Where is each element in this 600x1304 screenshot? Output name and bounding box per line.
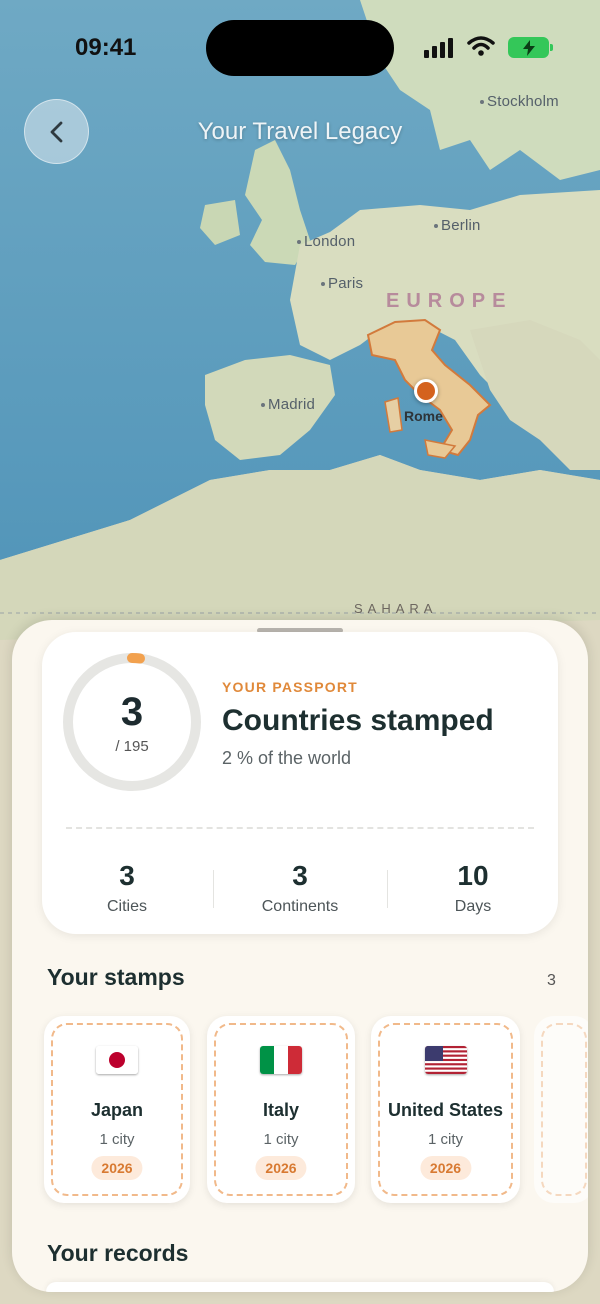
stamp-card-united-states[interactable]: United States 1 city 2026 bbox=[371, 1016, 520, 1203]
passport-card: 3 / 195 YOUR PASSPORT Countries stamped … bbox=[42, 632, 558, 934]
stamp-country: Japan bbox=[90, 1100, 144, 1120]
map-region-europe: EUROPE bbox=[386, 290, 513, 312]
stat-value: 10 bbox=[457, 860, 489, 891]
map-label-london: London bbox=[297, 233, 355, 250]
stat-value: 3 bbox=[292, 860, 308, 891]
cellular-signal-icon bbox=[424, 38, 453, 58]
stamp-country: Italy bbox=[262, 1100, 300, 1120]
status-time: 09:41 bbox=[75, 34, 137, 61]
map-region-sahara: SAHARA bbox=[354, 601, 438, 616]
stamp-year-badge: 2026 bbox=[255, 1156, 307, 1180]
countries-count: 3 bbox=[120, 690, 144, 734]
battery-icon bbox=[508, 37, 553, 58]
map-label-paris: Paris bbox=[321, 275, 363, 292]
records-section-title: Your records bbox=[47, 1240, 189, 1266]
map-label-madrid: Madrid bbox=[261, 396, 315, 413]
stat-label: Continents bbox=[261, 898, 339, 915]
stamp-border bbox=[541, 1023, 587, 1196]
stat-days: 10 Days bbox=[388, 860, 558, 916]
stat-cities: 3 Cities bbox=[42, 860, 212, 916]
stamps-count: 3 bbox=[547, 972, 556, 989]
italy-flag-icon bbox=[260, 1046, 302, 1074]
passport-divider bbox=[66, 827, 534, 829]
stamp-country: United States bbox=[387, 1100, 504, 1120]
japan-flag-icon bbox=[96, 1046, 138, 1074]
passport-kicker: YOUR PASSPORT bbox=[222, 679, 358, 695]
stat-continents: 3 Continents bbox=[215, 860, 385, 916]
stamp-card-next[interactable] bbox=[534, 1016, 588, 1203]
passport-title: Countries stamped bbox=[222, 704, 494, 737]
bottom-sheet[interactable]: 3 / 195 YOUR PASSPORT Countries stamped … bbox=[12, 620, 588, 1292]
dynamic-island bbox=[206, 20, 394, 76]
map-label-berlin: Berlin bbox=[434, 217, 481, 234]
stamp-cities: 1 city bbox=[427, 1131, 463, 1148]
stat-divider bbox=[213, 870, 214, 908]
stamp-cities: 1 city bbox=[99, 1131, 135, 1148]
records-card[interactable] bbox=[46, 1282, 554, 1292]
page-title: Your Travel Legacy bbox=[197, 118, 403, 145]
stamp-card-japan[interactable]: Japan 1 city 2026 bbox=[44, 1016, 190, 1203]
countries-total: / 195 bbox=[115, 738, 149, 755]
map-pin-rome[interactable] bbox=[414, 379, 438, 403]
stamp-card-italy[interactable]: Italy 1 city 2026 bbox=[207, 1016, 355, 1203]
stat-value: 3 bbox=[119, 860, 135, 891]
passport-subtitle: 2 % of the world bbox=[222, 748, 352, 768]
stamp-year-badge: 2026 bbox=[419, 1156, 472, 1180]
map-label-rome: Rome bbox=[404, 408, 443, 424]
stamps-section-title: Your stamps bbox=[47, 964, 185, 990]
wifi-icon bbox=[467, 36, 495, 56]
usa-flag-icon bbox=[424, 1046, 467, 1074]
stat-label: Days bbox=[454, 898, 492, 915]
stat-label: Cities bbox=[106, 898, 147, 915]
charging-bolt-icon bbox=[522, 39, 535, 56]
map-label-stockholm: Stockholm bbox=[480, 93, 559, 110]
stamp-cities: 1 city bbox=[263, 1131, 299, 1148]
stamp-year-badge: 2026 bbox=[91, 1156, 143, 1180]
